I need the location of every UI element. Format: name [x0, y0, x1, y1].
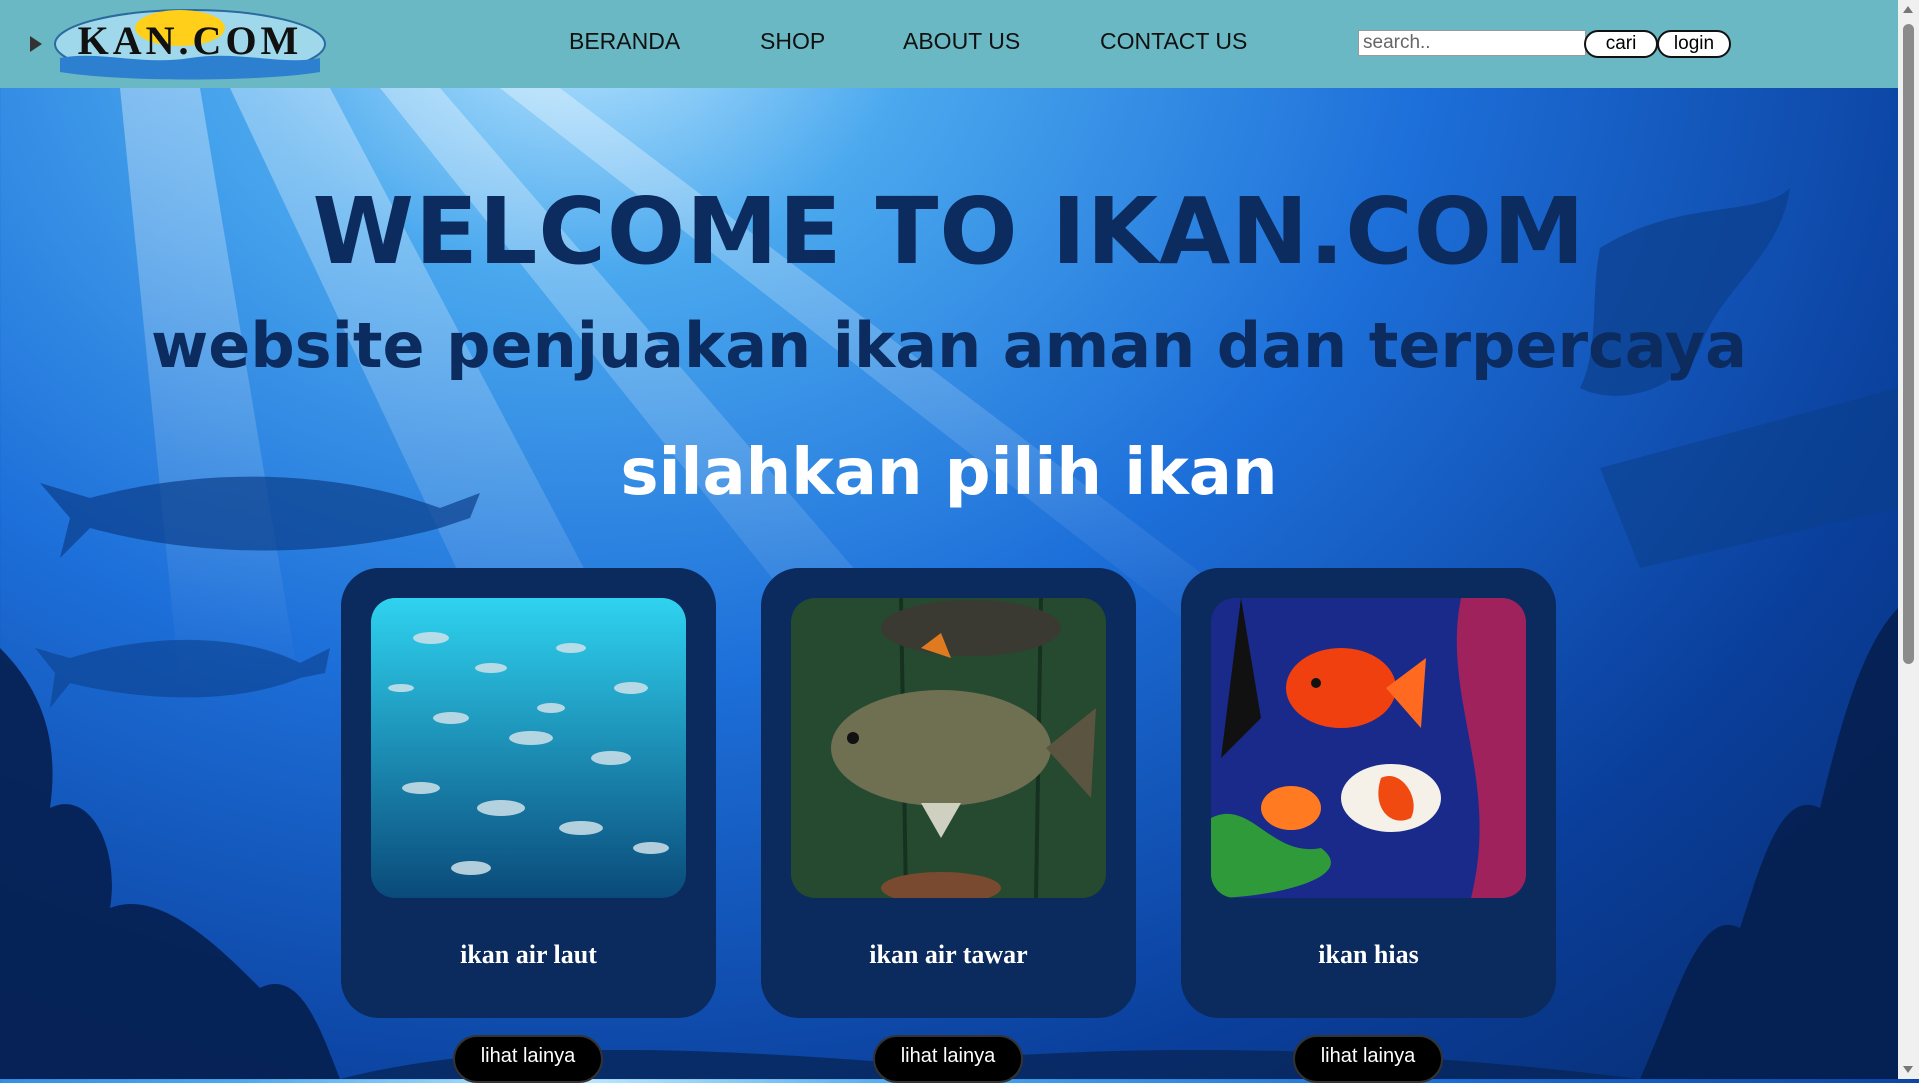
site-logo[interactable]: KAN.COM	[20, 6, 360, 82]
category-card-sea-fish[interactable]: ikan air laut	[341, 568, 716, 1018]
scroll-down-arrow-icon[interactable]	[1903, 1066, 1913, 1073]
hero-subtitle: website penjuakan ikan aman dan terperca…	[151, 309, 1747, 382]
hero-title: WELCOME TO IKAN.COM	[312, 178, 1586, 285]
scroll-up-arrow-icon[interactable]	[1903, 6, 1913, 13]
search-input[interactable]	[1358, 30, 1586, 56]
nav-shop[interactable]: SHOP	[760, 28, 825, 55]
category-card-ornamental-fish[interactable]: ikan hias	[1181, 568, 1556, 1018]
nav-beranda[interactable]: BERANDA	[569, 28, 680, 55]
nav-contact-us[interactable]: CONTACT US	[1100, 28, 1247, 55]
category-card-freshwater-fish[interactable]: ikan air tawar	[761, 568, 1136, 1018]
svg-text:KAN.COM: KAN.COM	[78, 18, 303, 63]
nav-about-us[interactable]: ABOUT US	[903, 28, 1020, 55]
see-more-freshwater-fish-button[interactable]: lihat lainya	[873, 1035, 1023, 1083]
page-scrollbar[interactable]	[1898, 0, 1919, 1079]
freshwater-fish-image	[791, 598, 1106, 898]
login-button[interactable]: login	[1657, 30, 1731, 58]
search-button[interactable]: cari	[1584, 30, 1658, 58]
see-more-ornamental-fish-button[interactable]: lihat lainya	[1293, 1035, 1443, 1083]
ornamental-fish-image	[1211, 598, 1526, 898]
card-label: ikan air tawar	[869, 940, 1028, 969]
scroll-thumb[interactable]	[1903, 24, 1914, 664]
top-header: KAN.COM BERANDA SHOP ABOUT US CONTACT US…	[0, 0, 1898, 88]
sea-fish-image	[371, 598, 686, 898]
card-label: ikan hias	[1318, 940, 1419, 969]
hero-prompt: silahkan pilih ikan	[620, 436, 1278, 510]
see-more-sea-fish-button[interactable]: lihat lainya	[453, 1035, 603, 1083]
card-label: ikan air laut	[460, 940, 597, 969]
